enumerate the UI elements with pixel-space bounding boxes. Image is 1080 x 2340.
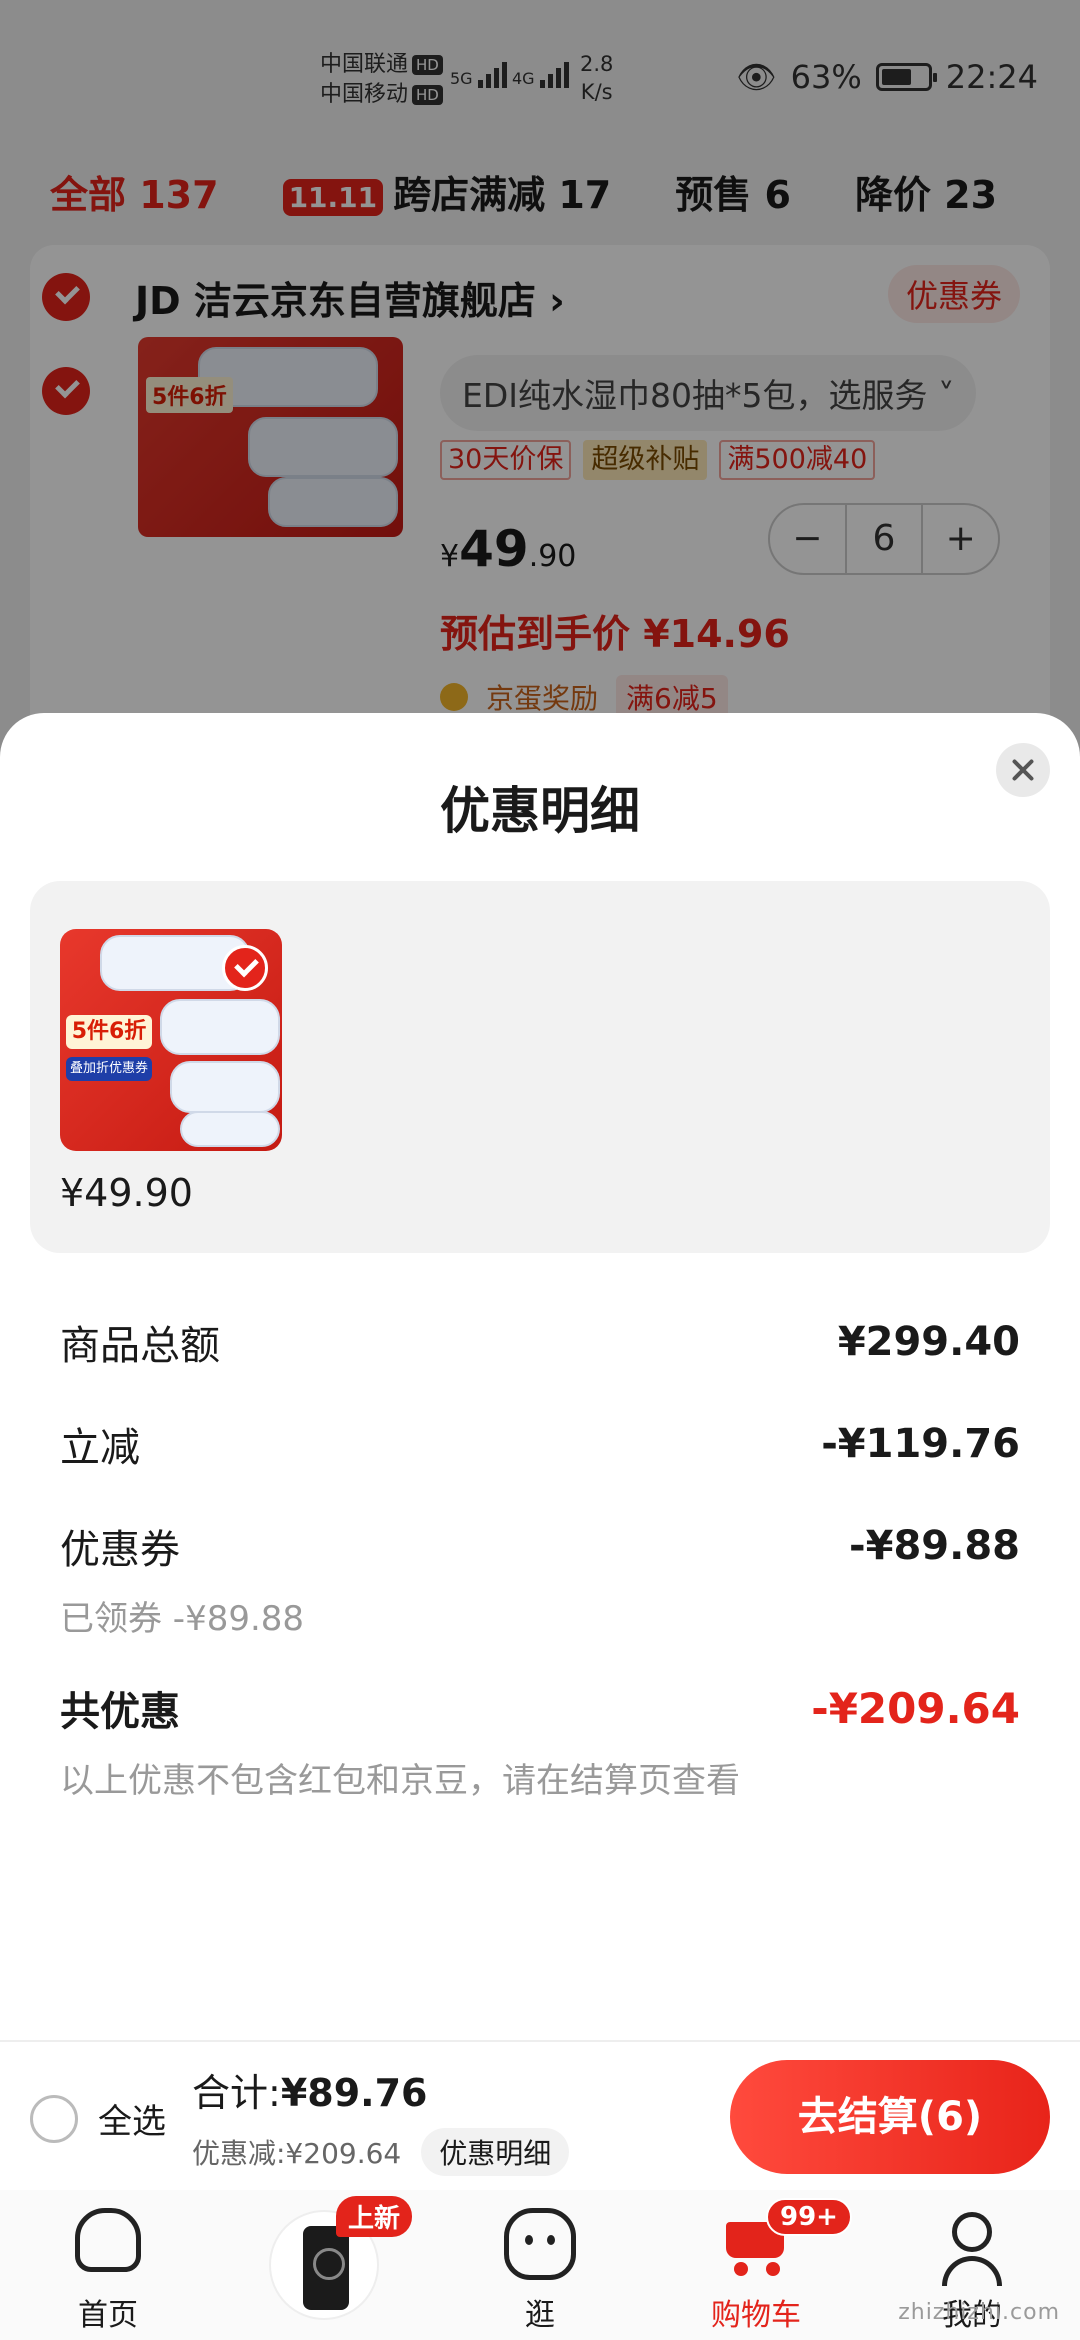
select-all[interactable]: 全选 (30, 2094, 166, 2143)
tab-new-arrivals[interactable]: 上新 (216, 2190, 432, 2340)
tab-home[interactable]: 首页 (0, 2190, 216, 2340)
tab-stroll-label: 逛 (525, 2298, 555, 2333)
coupon-value: -¥89.88 (849, 1523, 1020, 1569)
goods-total-value: ¥299.40 (837, 1319, 1020, 1365)
total-discount-value: -¥209.64 (811, 1683, 1020, 1733)
new-badge: 上新 (336, 2196, 413, 2237)
checkout-button[interactable]: 去结算(6) (730, 2060, 1050, 2174)
checkout-bar: 全选 合计:¥89.76 优惠减:¥209.64 优惠明细 去结算(6) (0, 2040, 1080, 2190)
total-sum: 合计:¥89.76 (192, 2062, 427, 2117)
total-discount-label: 共优惠 (60, 1689, 180, 1735)
discount-detail-button[interactable]: 优惠明细 (421, 2128, 570, 2176)
discount-detail-sheet: 优惠明细 5件6折 叠加折优惠券 ¥49.90 商品总额 ¥299.40 立减 … (0, 713, 1080, 2043)
watermark: zhizhizhi.com (898, 2300, 1060, 2325)
goods-total-row: 商品总额 ¥299.40 (60, 1313, 1020, 1371)
total-discount-row: 共优惠 -¥209.64 (60, 1679, 1020, 1737)
close-icon[interactable] (996, 743, 1050, 797)
user-icon (936, 2208, 1008, 2286)
cart-count-badge: 99+ (766, 2198, 852, 2236)
instant-off-label: 立减 (60, 1425, 140, 1471)
discount-amount: 优惠减:¥209.64 (192, 2137, 402, 2170)
tab-cart-label: 购物车 (711, 2298, 801, 2333)
thumb-promo-sub: 叠加折优惠券 (66, 1057, 152, 1081)
sheet-item-box: 5件6折 叠加折优惠券 ¥49.90 (30, 881, 1050, 1253)
sheet-product-image[interactable]: 5件6折 叠加折优惠券 (60, 929, 282, 1151)
cart-page: 中国联通 HD 中国移动 HD 5G 4G 2.8 K/s 👁 63% 22:24 … (0, 0, 1080, 2340)
total-sum-label: 合计: (192, 2071, 281, 2115)
tab-stroll[interactable]: 逛 (432, 2190, 648, 2340)
select-all-checkbox[interactable] (30, 2094, 78, 2143)
thumb-promo-label: 5件6折 (66, 1015, 152, 1049)
discount-note: 以上优惠不包含红包和京豆，请在结算页查看 (60, 1761, 740, 1801)
coupon-label: 优惠券 (60, 1527, 180, 1573)
discount-summary: 优惠减:¥209.64 优惠明细 (192, 2128, 570, 2176)
home-icon (75, 2208, 141, 2272)
goods-total-label: 商品总额 (60, 1323, 220, 1369)
instant-off-row: 立减 -¥119.76 (60, 1415, 1020, 1473)
select-all-label: 全选 (98, 2102, 166, 2142)
tab-cart[interactable]: 99+ 购物车 (648, 2190, 864, 2340)
total-sum-value: ¥89.76 (280, 2071, 428, 2115)
tab-home-label: 首页 (78, 2298, 138, 2333)
coupon-row: 优惠券 -¥89.88 (60, 1517, 1020, 1575)
instant-off-value: -¥119.76 (821, 1421, 1020, 1467)
selected-check-icon (222, 945, 268, 991)
sheet-item-price: ¥49.90 (60, 1171, 193, 1215)
coupon-claimed: 已领券 -¥89.88 (60, 1599, 305, 1639)
stroll-face-icon (504, 2208, 576, 2280)
sheet-title: 优惠明细 (440, 782, 640, 840)
